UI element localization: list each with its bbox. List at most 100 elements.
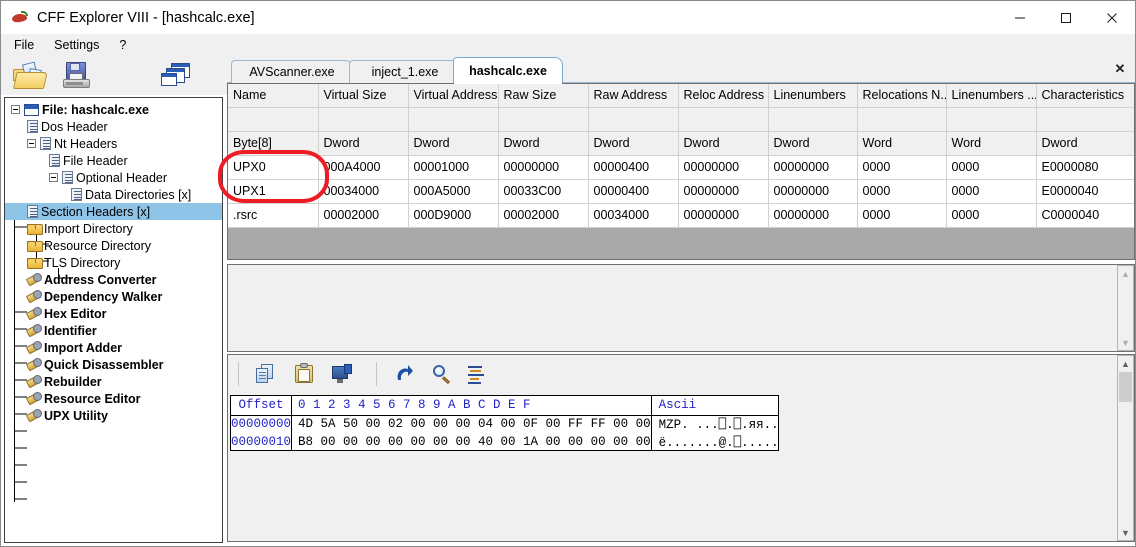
table-cell[interactable]: 0000	[857, 203, 947, 228]
sidebar-item-data-directories-x[interactable]: Data Directories [x]	[5, 186, 222, 203]
table-cell[interactable]: 0000	[857, 155, 947, 180]
tab-hashcalc[interactable]: hashcalc.exe	[453, 57, 563, 84]
column-header[interactable]: Reloc Address	[678, 84, 769, 108]
menu-item-file[interactable]: File	[5, 36, 43, 54]
tab-avscanner[interactable]: AVScanner.exe	[231, 60, 353, 83]
sidebar-item-label: Rebuilder	[44, 374, 102, 389]
sidebar-item-address-converter[interactable]: Address Converter	[5, 271, 222, 288]
table-cell[interactable]: 00000000	[498, 155, 589, 180]
table-cell[interactable]: 00002000	[498, 203, 589, 228]
sidebar-item-rebuilder[interactable]: Rebuilder	[5, 373, 222, 390]
table-cell[interactable]: 00000000	[678, 155, 769, 180]
table-cell[interactable]: 000D9000	[408, 203, 499, 228]
table-cell[interactable]: 0000	[946, 203, 1037, 228]
paste-icon[interactable]	[294, 363, 316, 384]
column-header[interactable]: Raw Address	[588, 84, 679, 108]
table-cell[interactable]: 00033C00	[498, 179, 589, 204]
menu-item-help[interactable]: ?	[110, 36, 135, 54]
table-cell[interactable]: E0000040	[1036, 179, 1134, 204]
hex-scroll-up-icon[interactable]: ▲	[1118, 356, 1133, 371]
table-cell[interactable]: 00000000	[678, 179, 769, 204]
table-cell[interactable]: 00000000	[768, 203, 858, 228]
hex-dump-table-container[interactable]: Offset 0 1 2 3 4 5 6 7 8 9 A B C D E F Asc…	[230, 395, 779, 451]
sidebar-item-label: Dependency Walker	[44, 289, 163, 304]
table-cell[interactable]: 00000000	[768, 179, 858, 204]
spacer-cell	[318, 107, 409, 132]
tab-inject1[interactable]: inject_1.exe	[349, 60, 461, 83]
table-cell[interactable]: UPX1	[228, 179, 319, 204]
menu-item-settings[interactable]: Settings	[45, 36, 108, 54]
hex-scroll-thumb[interactable]	[1119, 372, 1132, 402]
table-cell[interactable]: 00000400	[588, 155, 679, 180]
table-cell[interactable]: 00000400	[588, 179, 679, 204]
table-cell[interactable]: 00002000	[318, 203, 409, 228]
details-scrollbar[interactable]: ▲ ▼	[1117, 265, 1134, 351]
table-cell[interactable]: C0000040	[1036, 203, 1134, 228]
sidebar-item-hex-editor[interactable]: Hex Editor	[5, 305, 222, 322]
table-cell[interactable]: E0000080	[1036, 155, 1134, 180]
column-header[interactable]: Characteristics	[1036, 84, 1134, 108]
sidebar-item-optional-header[interactable]: Optional Header	[5, 169, 222, 186]
tree-collapse-icon[interactable]	[49, 173, 58, 182]
tree-collapse-icon[interactable]	[11, 105, 20, 114]
table-cell[interactable]: 00034000	[318, 179, 409, 204]
minimize-button[interactable]	[997, 1, 1043, 34]
table-cell[interactable]: UPX0	[228, 155, 319, 180]
sidebar-item-import-adder[interactable]: Import Adder	[5, 339, 222, 356]
save-file-icon[interactable]	[63, 62, 91, 90]
table-cell[interactable]: .rsrc	[228, 203, 319, 228]
table-cell[interactable]: 00001000	[408, 155, 499, 180]
column-header[interactable]: Relocations N...	[857, 84, 947, 108]
tree-collapse-icon[interactable]	[27, 139, 36, 148]
table-cell[interactable]: 0000	[857, 179, 947, 204]
navigation-tree-panel[interactable]: File: hashcalc.exe Dos Header Nt Headers Fi…	[4, 97, 223, 543]
table-cell[interactable]: 0000	[946, 179, 1037, 204]
sidebar-item-resource-editor[interactable]: Resource Editor	[5, 390, 222, 407]
maximize-button[interactable]	[1043, 1, 1089, 34]
cascade-windows-icon[interactable]	[161, 63, 191, 89]
table-row[interactable]: UPX0 000A4000 00001000 00000000 00000400 0000…	[228, 155, 1134, 180]
column-header[interactable]: Raw Size	[498, 84, 589, 108]
hex-row[interactable]: 00000010 B8 00 00 00 00 00 00 00 40 00 1A…	[231, 433, 779, 451]
sidebar-item-file-header[interactable]: File Header	[5, 152, 222, 169]
column-header[interactable]: Virtual Size	[318, 84, 409, 108]
sidebar-item-quick-disassembler[interactable]: Quick Disassembler	[5, 356, 222, 373]
sidebar-item-identifier[interactable]: Identifier	[5, 322, 222, 339]
redo-arrow-icon[interactable]	[394, 364, 416, 384]
table-cell[interactable]: 000A4000	[318, 155, 409, 180]
copy-icon[interactable]	[256, 364, 278, 384]
monitor-icon[interactable]	[332, 364, 354, 384]
column-header[interactable]: Virtual Address	[408, 84, 499, 108]
table-row[interactable]: .rsrc 00002000 000D9000 00002000 00034000 000…	[228, 203, 1134, 228]
scroll-down-icon[interactable]: ▼	[1118, 335, 1133, 350]
sidebar-item-dependency-walker[interactable]: Dependency Walker	[5, 288, 222, 305]
hex-scrollbar[interactable]: ▲ ▼	[1117, 355, 1134, 541]
hex-row[interactable]: 00000000 4D 5A 50 00 02 00 00 00 04 00 0F…	[231, 415, 779, 433]
close-button[interactable]	[1089, 1, 1135, 34]
section-headers-table-container[interactable]: Name Virtual Size Virtual Address Raw Size R…	[227, 83, 1135, 260]
column-header[interactable]: Linenumbers ...	[946, 84, 1037, 108]
sidebar-item-file-hashcalc-exe[interactable]: File: hashcalc.exe	[5, 101, 222, 118]
sidebar-item-upx-utility[interactable]: UPX Utility	[5, 407, 222, 424]
open-file-icon[interactable]	[13, 61, 48, 89]
sidebar-item-dos-header[interactable]: Dos Header	[5, 118, 222, 135]
hex-scroll-down-icon[interactable]: ▼	[1118, 525, 1133, 540]
column-header[interactable]: Linenumbers	[768, 84, 858, 108]
sidebar-item-nt-headers[interactable]: Nt Headers	[5, 135, 222, 152]
list-view-icon[interactable]	[468, 364, 490, 384]
sidebar-item-resource-directory[interactable]: Resource Directory	[5, 237, 222, 254]
document-icon	[49, 154, 60, 167]
column-header[interactable]: Name	[228, 84, 319, 108]
table-row[interactable]: UPX1 00034000 000A5000 00033C00 00000400 0000…	[228, 179, 1134, 204]
sidebar-item-import-directory[interactable]: Import Directory	[5, 220, 222, 237]
sidebar-item-tls-directory[interactable]: TLS Directory	[5, 254, 222, 271]
close-tab-icon[interactable]: ✕	[1111, 60, 1129, 78]
sidebar-item-section-headers-x[interactable]: Section Headers [x]	[5, 203, 222, 220]
scroll-up-icon[interactable]: ▲	[1118, 266, 1133, 281]
table-cell[interactable]: 0000	[946, 155, 1037, 180]
table-cell[interactable]: 00000000	[768, 155, 858, 180]
table-cell[interactable]: 000A5000	[408, 179, 499, 204]
magnifier-icon[interactable]	[432, 364, 454, 384]
table-cell[interactable]: 00034000	[588, 203, 679, 228]
table-cell[interactable]: 00000000	[678, 203, 769, 228]
